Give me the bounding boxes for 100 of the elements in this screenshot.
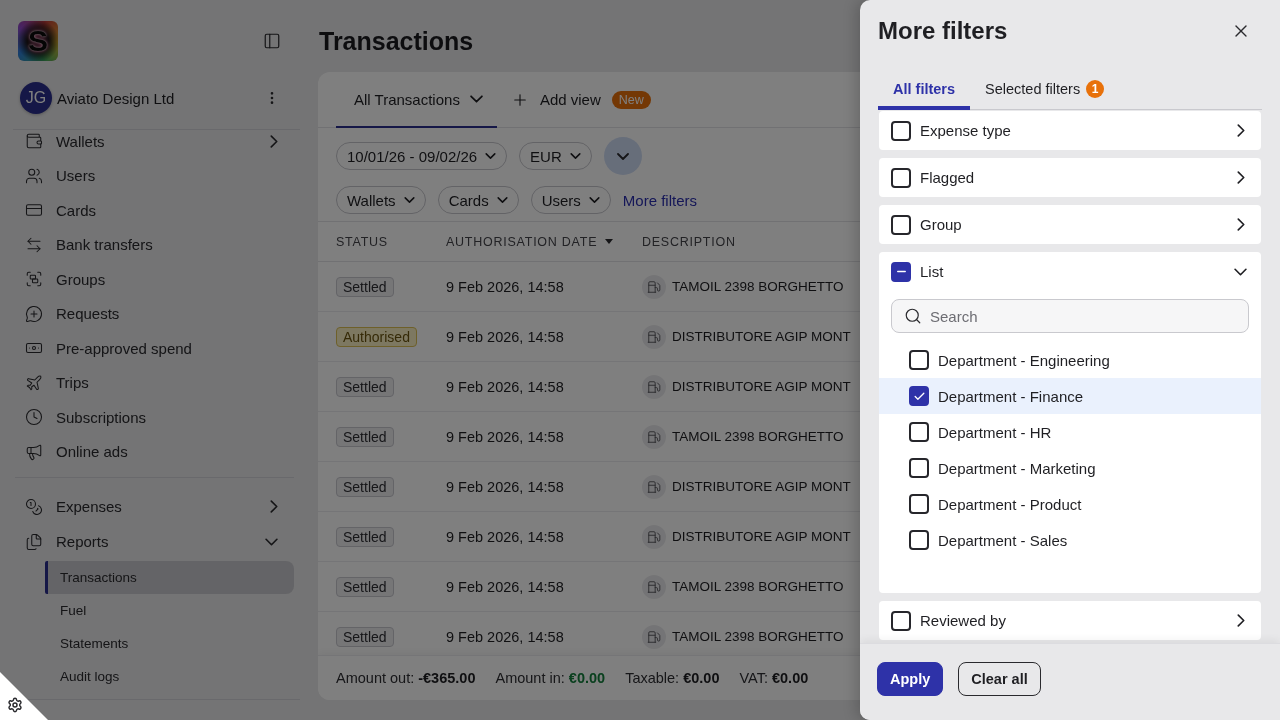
coins-icon	[25, 497, 43, 516]
column-header[interactable]: DESCRIPTION	[642, 234, 736, 249]
status-badge: Settled	[336, 376, 394, 397]
chat-plus-icon	[25, 304, 43, 323]
nav-subitem[interactable]: Transactions	[45, 561, 294, 594]
add-view-button[interactable]: Add view New	[510, 72, 651, 127]
nav-item[interactable]: Requests	[0, 296, 300, 331]
checkbox[interactable]	[891, 167, 911, 188]
description-text: TAMOIL 2398 BORGHETTO	[672, 429, 844, 444]
page-title: Transactions	[319, 26, 474, 56]
date-text: 9 Feb 2026, 14:58	[446, 428, 564, 445]
new-badge: New	[611, 90, 651, 109]
column-header[interactable]: STATUS	[336, 234, 388, 249]
column-header[interactable]: AUTHORISATION DATE	[446, 234, 614, 249]
filter-section[interactable]: Expense type	[879, 111, 1261, 150]
filter-section[interactable]: Reviewed by	[879, 601, 1261, 640]
description-text: DISTRIBUTORE AGIP MONT	[672, 479, 851, 494]
files-icon	[25, 532, 43, 551]
description-text: TAMOIL 2398 BORGHETTO	[672, 629, 844, 644]
wallet-icon	[25, 132, 43, 151]
chevron-down-icon	[616, 152, 629, 160]
checkbox[interactable]	[909, 530, 929, 550]
checkbox[interactable]	[891, 214, 911, 235]
arrows-icon	[25, 235, 43, 254]
filter-dropdown[interactable]: Users	[530, 186, 611, 214]
date-text: 9 Feb 2026, 14:58	[446, 578, 564, 595]
checkbox[interactable]	[909, 494, 929, 514]
more-filters-link[interactable]: More filters	[622, 191, 697, 209]
total-amount: Taxable: €0.00	[625, 670, 720, 686]
checkbox[interactable]	[891, 261, 911, 282]
description-text: TAMOIL 2398 BORGHETTO	[672, 579, 844, 594]
filter-option[interactable]: Department - Finance	[879, 378, 1261, 414]
status-badge: Settled	[336, 626, 394, 647]
search-icon	[904, 307, 922, 325]
fuel-pump-icon	[642, 574, 666, 599]
apply-button[interactable]: Apply	[877, 662, 944, 696]
fuel-pump-icon	[642, 324, 666, 349]
tab[interactable]: Selected filters 1	[970, 70, 1120, 110]
checkbox[interactable]	[909, 458, 929, 478]
users-icon	[25, 166, 43, 185]
fuel-pump-icon	[642, 474, 666, 499]
date-text: 9 Feb 2026, 14:58	[446, 378, 564, 395]
status-badge: Settled	[336, 576, 394, 597]
total-amount: Amount in: €0.00	[495, 670, 606, 686]
megaphone-icon	[25, 442, 43, 461]
fuel-pump-icon	[642, 624, 666, 649]
sidebar-toggle-icon[interactable]	[263, 32, 281, 50]
filter-option[interactable]: Department - Sales	[879, 522, 1261, 558]
chevron-down-icon	[485, 153, 497, 159]
checkbox[interactable]	[909, 422, 929, 442]
nav-subitem[interactable]: Audit logs	[45, 660, 294, 693]
fuel-pump-icon	[642, 424, 666, 449]
checkbox[interactable]	[909, 350, 929, 370]
chevron-down-icon	[403, 197, 415, 203]
nav-item[interactable]: Subscriptions	[0, 400, 300, 435]
view-tab[interactable]: All Transactions	[336, 72, 497, 128]
nav-item[interactable]: Online ads	[0, 434, 300, 469]
filter-dropdown[interactable]: 10/01/26 - 09/02/26	[336, 142, 508, 170]
filter-dropdown[interactable]: Cards	[437, 186, 519, 214]
clear-all-button[interactable]: Clear all	[958, 662, 1041, 696]
date-text: 9 Feb 2026, 14:58	[446, 528, 564, 545]
filter-dropdown[interactable]: Wallets	[336, 186, 426, 214]
nav-item[interactable]: Wallets	[0, 124, 300, 159]
checkbox[interactable]	[891, 120, 911, 141]
settings-icon[interactable]	[7, 697, 23, 713]
filters-toggle-button[interactable]	[603, 137, 642, 175]
filter-option[interactable]: Department - HR	[879, 414, 1261, 450]
count-badge: 1	[1086, 80, 1105, 98]
nav-subitem[interactable]: Fuel	[45, 594, 294, 627]
search-field[interactable]: Search	[891, 299, 1249, 333]
checkbox[interactable]	[909, 386, 929, 406]
nav-item[interactable]: Reports	[0, 524, 300, 559]
filter-option[interactable]: Department - Marketing	[879, 450, 1261, 486]
status-badge: Settled	[336, 276, 394, 297]
nav-item[interactable]: Groups	[0, 262, 300, 297]
drawer-title: More filters	[878, 17, 1008, 45]
nav-item[interactable]: Expenses	[0, 489, 300, 524]
account-name: Aviato Design Ltd	[57, 89, 176, 107]
filter-section-header[interactable]: List	[879, 252, 1261, 291]
chevron-down-icon	[496, 197, 508, 203]
date-text: 9 Feb 2026, 14:58	[446, 478, 564, 495]
status-badge: Settled	[336, 426, 394, 447]
filter-option[interactable]: Department - Product	[879, 486, 1261, 522]
total-amount: VAT: €0.00	[739, 670, 809, 686]
filter-dropdown[interactable]: EUR	[519, 142, 592, 170]
nav-subitem[interactable]: Statements	[45, 627, 294, 660]
checkbox[interactable]	[891, 610, 911, 631]
nav-item[interactable]: Bank transfers	[0, 227, 300, 262]
chevron-down-icon	[569, 153, 581, 159]
description-text: DISTRIBUTORE AGIP MONT	[672, 529, 851, 544]
app-logo[interactable]: S	[18, 21, 58, 61]
nav-item[interactable]: Users	[0, 158, 300, 193]
date-text: 9 Feb 2026, 14:58	[446, 278, 564, 295]
nav-item[interactable]: Trips	[0, 365, 300, 400]
nav-item[interactable]: Pre-approved spend	[0, 331, 300, 366]
filter-section[interactable]: Flagged	[879, 158, 1261, 197]
fuel-pump-icon	[642, 374, 666, 399]
filter-option[interactable]: Department - Engineering	[879, 342, 1261, 378]
filter-section[interactable]: Group	[879, 205, 1261, 244]
nav-item[interactable]: Cards	[0, 193, 300, 228]
